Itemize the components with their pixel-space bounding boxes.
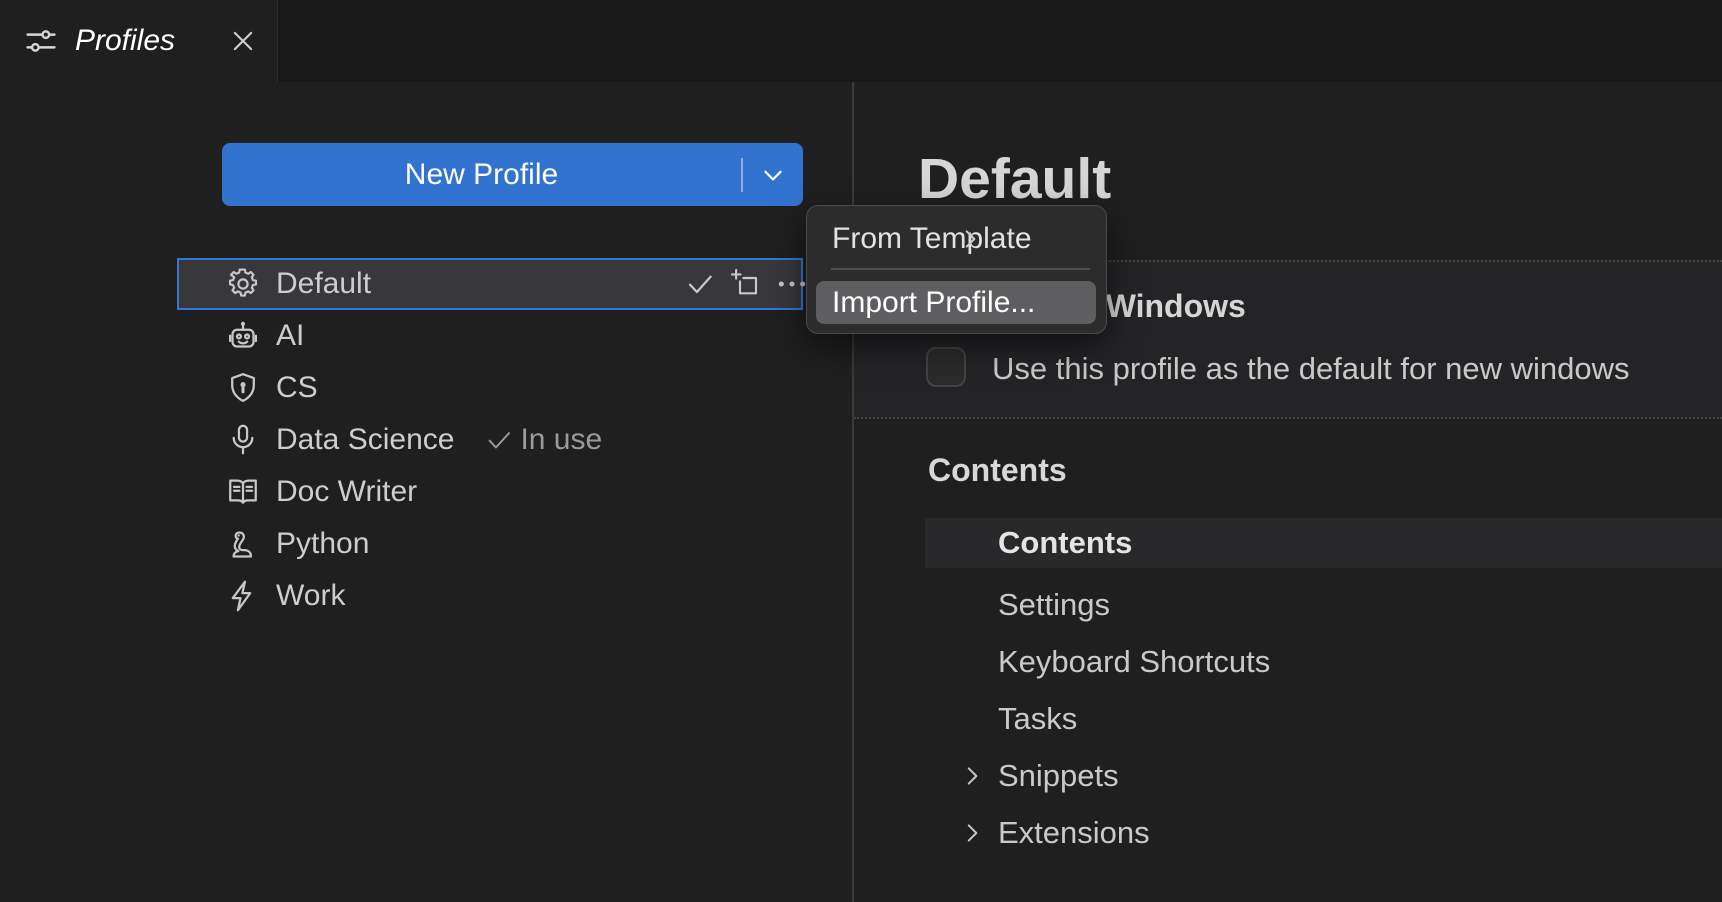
profile-row-python[interactable]: Python bbox=[177, 518, 803, 570]
new-profile-button[interactable]: New Profile bbox=[222, 143, 803, 206]
more-actions-icon[interactable] bbox=[775, 267, 809, 301]
menu-item-label: From Template bbox=[832, 222, 1032, 256]
menu-item-from-template[interactable]: From Template bbox=[807, 216, 1106, 262]
profile-label: Default bbox=[276, 267, 371, 301]
tree-row-tasks[interactable]: Tasks bbox=[925, 695, 1722, 743]
profile-row-work[interactable]: Work bbox=[177, 570, 803, 622]
tab-title: Profiles bbox=[75, 24, 175, 58]
tab-profiles[interactable]: Profiles bbox=[0, 0, 278, 82]
tree-row-label: Tasks bbox=[998, 701, 1077, 737]
in-use-label: In use bbox=[520, 423, 602, 457]
profile-label: AI bbox=[276, 319, 304, 353]
chevron-right-icon[interactable] bbox=[959, 763, 985, 789]
contents-table-header-row[interactable]: Contents bbox=[925, 518, 1722, 568]
profile-label: CS bbox=[276, 371, 318, 405]
profile-row-actions bbox=[683, 260, 809, 308]
close-icon bbox=[229, 27, 257, 55]
chevron-right-icon[interactable] bbox=[959, 820, 985, 846]
check-icon bbox=[484, 425, 514, 455]
profile-label: Work bbox=[276, 579, 345, 613]
contents-header-label: Contents bbox=[998, 525, 1132, 561]
microphone-icon bbox=[225, 422, 261, 458]
settings-sliders-icon bbox=[24, 24, 58, 58]
profile-label: Python bbox=[276, 527, 369, 561]
shield-lock-icon bbox=[225, 370, 261, 406]
profile-row-cs[interactable]: CS bbox=[177, 362, 803, 414]
tree-row-label: Keyboard Shortcuts bbox=[998, 644, 1270, 680]
tree-row-extensions[interactable]: Extensions bbox=[925, 809, 1722, 857]
default-for-new-windows-label[interactable]: Use this profile as the default for new … bbox=[992, 351, 1630, 387]
submenu-chevron-right-icon bbox=[957, 226, 983, 252]
active-profile-check-icon bbox=[683, 267, 717, 301]
snake-icon bbox=[225, 526, 261, 562]
default-for-new-windows-checkbox[interactable] bbox=[926, 347, 966, 387]
gear-icon bbox=[225, 266, 261, 302]
tab-close-button[interactable] bbox=[229, 27, 257, 55]
profile-row-ai[interactable]: AI bbox=[177, 310, 803, 362]
tree-row-keyboard-shortcuts[interactable]: Keyboard Shortcuts bbox=[925, 638, 1722, 686]
profile-row-default[interactable]: Default bbox=[177, 258, 803, 310]
profile-row-data-science[interactable]: Data Science In use bbox=[177, 414, 803, 466]
in-use-badge: In use bbox=[484, 423, 602, 457]
chevron-down-icon bbox=[758, 160, 788, 190]
book-icon bbox=[225, 474, 261, 510]
new-profile-dropdown-button[interactable] bbox=[743, 143, 803, 206]
new-profile-label[interactable]: New Profile bbox=[222, 143, 741, 206]
zap-icon bbox=[225, 578, 261, 614]
tree-row-snippets[interactable]: Snippets bbox=[925, 752, 1722, 800]
profile-label: Doc Writer bbox=[276, 475, 417, 509]
editor-tab-bar: Profiles bbox=[0, 0, 1722, 82]
profiles-editor-window: Profiles New Profile Default bbox=[0, 0, 1722, 902]
robot-icon bbox=[225, 318, 261, 354]
profile-row-doc-writer[interactable]: Doc Writer bbox=[177, 466, 803, 518]
contents-section-heading: Contents bbox=[928, 452, 1067, 489]
tree-row-label: Settings bbox=[998, 587, 1110, 623]
profile-label: Data Science bbox=[276, 423, 454, 457]
menu-item-import-profile[interactable]: Import Profile... bbox=[816, 281, 1096, 324]
tree-row-label: Snippets bbox=[998, 758, 1119, 794]
tree-row-settings[interactable]: Settings bbox=[925, 581, 1722, 629]
menu-separator bbox=[831, 268, 1090, 270]
tree-row-label: Extensions bbox=[998, 815, 1150, 851]
open-new-window-with-profile-icon[interactable] bbox=[729, 267, 763, 301]
menu-item-label: Import Profile... bbox=[832, 286, 1035, 320]
new-profile-dropdown-menu: From Template Import Profile... bbox=[806, 205, 1107, 334]
profile-detail-title: Default bbox=[918, 146, 1111, 212]
